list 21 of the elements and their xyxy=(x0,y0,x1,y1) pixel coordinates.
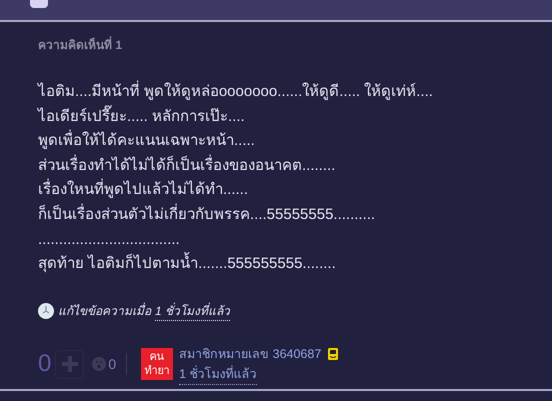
comment-text-line: เรื่องใหนที่พูดไปแล้วไม่ได้ทำ...... xyxy=(38,178,514,203)
comment-text-line: ไอเดียร์เปรี๊ยะ..... หลักการเป๊ะ.... xyxy=(38,104,514,130)
plus-icon xyxy=(62,356,78,372)
comment-text-line: ก็เป็นเรื่องส่วนตัวไม่เกี่ยวกับพรรค....55555555.......... xyxy=(38,202,376,225)
comment-text-line: .................................. xyxy=(38,230,181,250)
plus-button[interactable] xyxy=(55,350,84,379)
phone-icon xyxy=(327,346,340,361)
edit-note: แก้ไขข้อความเมื่อ xyxy=(58,302,151,320)
vote-count: 0 xyxy=(38,350,52,378)
author-name[interactable]: สมาชิกหมายเลข 3640687 xyxy=(179,344,322,364)
emoji-icon xyxy=(92,357,106,372)
comment-text-line: สุดท้าย ไอติมก็ไปตามน้ำ.......555555555........ xyxy=(38,252,514,277)
edit-time-link[interactable]: 1 ชั่วโมงที่แล้ว xyxy=(155,300,230,321)
comment-text-line: พูดเพื่อให้ได้คะแนนเฉพาะหน้า..... xyxy=(38,129,514,154)
clock-icon xyxy=(38,302,54,319)
emotion-count: 0 xyxy=(108,356,116,372)
member-badge: คน ทำยา xyxy=(141,348,174,380)
comment-text-line: ไอติม....มีหน้าที่ พูดให้ดูหล่อooooooo......ให้ดูดี..... ให้ดูเท่ห์.... xyxy=(38,80,514,105)
comment-text-line: ส่วนเรื่องทำได้ไม่ได้ก็เป็นเรื่องของอนาคต........ xyxy=(38,154,336,176)
comment-number: ความคิดเห็นที่ 1 xyxy=(38,35,124,54)
post-time-link[interactable]: 1 ชั่วโมงที่แล้ว xyxy=(179,364,257,385)
